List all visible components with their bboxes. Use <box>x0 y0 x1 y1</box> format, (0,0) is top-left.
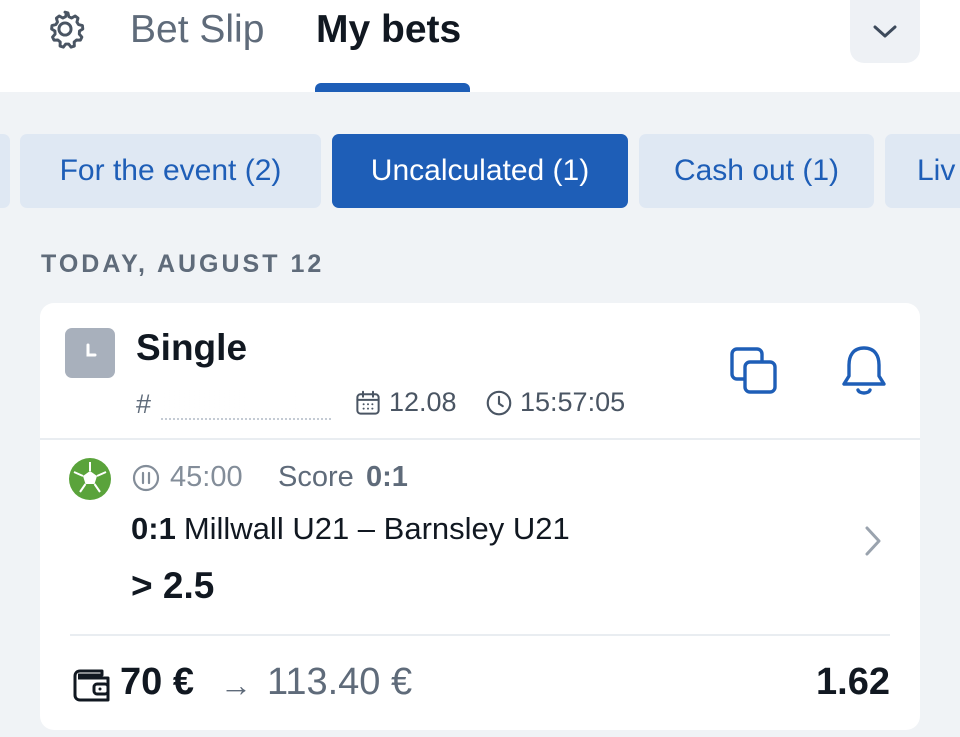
calendar-icon <box>356 390 380 415</box>
bet-date-value: 12.08 <box>389 387 457 417</box>
filter-chip-cash-out[interactable]: Cash out (1) <box>639 134 874 208</box>
filter-chip-uncalculated[interactable]: Uncalculated (1) <box>332 134 628 208</box>
bet-odds: 1.62 <box>816 661 890 703</box>
copy-button[interactable] <box>726 343 782 399</box>
clock-icon <box>86 343 97 357</box>
chevron-right-icon[interactable] <box>858 521 888 561</box>
redacted-bet-number <box>161 389 332 420</box>
wallet-icon <box>73 669 110 702</box>
bet-card[interactable]: Single # 12.08 15:57:05 45:00 Score 0:1 … <box>40 303 920 730</box>
bet-id-prefix: # <box>136 389 152 419</box>
bell-icon <box>842 346 886 395</box>
pause-icon <box>132 464 160 492</box>
football-icon <box>69 458 111 500</box>
stake-amount: 70 € <box>120 661 194 703</box>
potential-payout: 113.40 € <box>267 661 413 703</box>
match-time: 45:00 <box>170 461 243 493</box>
copy-icon <box>730 347 777 394</box>
bet-selection: > 2.5 <box>131 565 215 606</box>
card-divider <box>40 438 920 440</box>
bet-type: Single <box>136 327 248 368</box>
date-header: TODAY, AUGUST 12 <box>41 250 325 278</box>
active-tab-indicator <box>315 83 470 92</box>
arrow-right-icon: → <box>220 667 252 703</box>
pending-status-badge <box>65 328 115 378</box>
tab-bet-slip[interactable]: Bet Slip <box>130 8 264 52</box>
bet-id: # <box>136 389 332 420</box>
event-name: Millwall U21 – Barnsley U21 <box>183 511 570 546</box>
tab-my-bets[interactable]: My bets <box>316 8 461 52</box>
bet-date: 12.08 <box>353 387 457 418</box>
filter-chip-hidden[interactable] <box>0 134 10 208</box>
bet-time-value: 15:57:05 <box>520 387 626 417</box>
score-value: 0:1 <box>366 461 408 493</box>
settings-button[interactable] <box>42 6 88 52</box>
chevron-down-icon <box>873 25 897 37</box>
filter-chip-live[interactable]: Liv <box>885 134 960 208</box>
notifications-button[interactable] <box>836 341 892 401</box>
top-header: Bet Slip My bets <box>0 0 960 92</box>
card-divider-inner <box>70 634 890 636</box>
event-score: 0:1 <box>131 511 176 546</box>
event-link[interactable]: 0:1 Millwall U21 – Barnsley U21 <box>131 511 570 547</box>
clock-icon <box>486 390 512 415</box>
score-label: Score <box>278 461 354 493</box>
bet-time: 15:57:05 <box>484 387 625 418</box>
filter-chip-for-the-event[interactable]: For the event (2) <box>20 134 321 208</box>
collapse-button[interactable] <box>850 0 920 63</box>
gear-icon <box>50 10 85 49</box>
